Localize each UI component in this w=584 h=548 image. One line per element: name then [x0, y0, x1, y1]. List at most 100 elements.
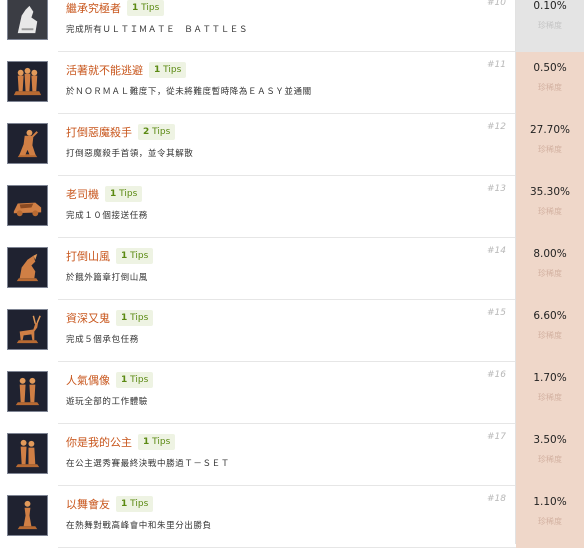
thumb-column [0, 300, 58, 362]
rarity-cell: 1.70% 珍稀度 [516, 362, 584, 424]
achievement-row[interactable]: 活著就不能逃避 1 Tips 於ＮＯＲＭＡＬ難度下，從未將難度暫時降為ＥＡＳＹ並… [0, 52, 584, 114]
duo-figures-trophy-icon[interactable] [7, 371, 48, 412]
rarity-percent: 8.00% [533, 248, 567, 260]
achievement-index: #17 [487, 432, 506, 442]
achievement-row[interactable]: 打倒惡魔殺手 2 Tips 打倒惡魔殺手首領，並令其解散 #12 27.70% … [0, 114, 584, 176]
tips-word: Tips [130, 499, 149, 509]
tips-badge[interactable]: 1 Tips [116, 496, 154, 512]
rarity-cell: 0.10% 珍稀度 [516, 0, 584, 52]
rarity-label: 珍稀度 [538, 21, 562, 30]
tips-count: 1 [143, 437, 150, 447]
rarity-percent: 27.70% [529, 124, 571, 136]
tips-count: 2 [143, 127, 150, 137]
column-divider [515, 0, 516, 544]
tips-badge[interactable]: 2 Tips [138, 124, 176, 140]
achievement-description: 完成所有ＵＬＴＩＭＡＴＥ ＢＡＴＴＬＥＳ [66, 25, 249, 35]
wolf-trophy-icon[interactable] [7, 0, 48, 40]
group-figures-trophy-icon[interactable] [7, 61, 48, 102]
achievement-description: 於餓外篇章打倒山風 [66, 273, 148, 283]
achievement-row[interactable]: 繼承究極者 1 Tips 完成所有ＵＬＴＩＭＡＴＥ ＢＡＴＴＬＥＳ #10 0.… [0, 0, 584, 52]
achievement-description: 完成５個承包任務 [66, 335, 139, 345]
couple-trophy-icon[interactable] [7, 433, 48, 474]
beast-trophy-icon[interactable] [7, 247, 48, 288]
tips-word: Tips [130, 375, 149, 385]
tips-badge[interactable]: 1 Tips [116, 248, 154, 264]
tips-count: 1 [121, 313, 128, 323]
fighter-trophy-icon[interactable] [7, 123, 48, 164]
rarity-label: 珍稀度 [538, 393, 562, 402]
achievement-description: 在熱舞對戰高峰會中和朱里分出勝負 [66, 521, 212, 531]
tips-badge[interactable]: 1 Tips [116, 310, 154, 326]
rarity-label: 珍稀度 [538, 331, 562, 340]
rarity-percent: 1.10% [533, 496, 567, 508]
achievement-index: #10 [487, 0, 506, 8]
rarity-label: 珍稀度 [538, 269, 562, 278]
tips-count: 1 [121, 251, 128, 261]
tips-word: Tips [130, 251, 149, 261]
achievement-body: 資深又鬼 1 Tips 完成５個承包任務 #15 [58, 300, 516, 362]
achievement-row[interactable]: 你是我的公主 1 Tips 在公主選秀賽最終決戰中勝過Ｔ－ＳＥＴ #17 3.5… [0, 424, 584, 486]
thumb-column [0, 52, 58, 114]
achievement-row[interactable]: 打倒山風 1 Tips 於餓外篇章打倒山風 #14 8.00% 珍稀度 [0, 238, 584, 300]
rarity-cell: 3.50% 珍稀度 [516, 424, 584, 486]
achievement-body: 人氣偶像 1 Tips 遊玩全部的工作體驗 #16 [58, 362, 516, 424]
thumb-column [0, 176, 58, 238]
achievement-description: 於ＮＯＲＭＡＬ難度下，從未將難度暫時降為ＥＡＳＹ並通關 [66, 87, 312, 97]
rarity-cell: 35.30% 珍稀度 [516, 176, 584, 238]
tips-word: Tips [152, 437, 171, 447]
achievement-body: 以舞會友 1 Tips 在熱舞對戰高峰會中和朱里分出勝負 #18 [58, 486, 516, 548]
tips-count: 1 [121, 499, 128, 509]
tips-word: Tips [152, 127, 171, 137]
achievement-title[interactable]: 活著就不能逃避 [66, 62, 143, 78]
achievement-row[interactable]: 人氣偶像 1 Tips 遊玩全部的工作體驗 #16 1.70% 珍稀度 [0, 362, 584, 424]
rarity-label: 珍稀度 [538, 207, 562, 216]
rarity-label: 珍稀度 [538, 455, 562, 464]
achievement-title[interactable]: 你是我的公主 [66, 434, 132, 450]
achievement-description: 在公主選秀賽最終決戰中勝過Ｔ－ＳＥＴ [66, 459, 230, 469]
rarity-label: 珍稀度 [538, 145, 562, 154]
thumb-column [0, 238, 58, 300]
rarity-cell: 8.00% 珍稀度 [516, 238, 584, 300]
thumb-column [0, 0, 58, 52]
tips-badge[interactable]: 1 Tips [138, 434, 176, 450]
rarity-cell: 27.70% 珍稀度 [516, 114, 584, 176]
achievement-title[interactable]: 繼承究極者 [66, 0, 121, 16]
thumb-column [0, 424, 58, 486]
achievement-description: 遊玩全部的工作體驗 [66, 397, 148, 407]
rarity-percent: 0.10% [533, 0, 567, 12]
achievement-title[interactable]: 人氣偶像 [66, 372, 110, 388]
achievement-title[interactable]: 老司機 [66, 186, 99, 202]
deer-trophy-icon[interactable] [7, 309, 48, 350]
rarity-label: 珍稀度 [538, 83, 562, 92]
achievement-title[interactable]: 打倒山風 [66, 248, 110, 264]
achievement-title[interactable]: 資深又鬼 [66, 310, 110, 326]
achievement-index: #18 [487, 494, 506, 504]
rarity-percent: 0.50% [533, 62, 567, 74]
achievement-title[interactable]: 以舞會友 [66, 496, 110, 512]
rarity-cell: 6.60% 珍稀度 [516, 300, 584, 362]
tips-badge[interactable]: 1 Tips [149, 62, 187, 78]
achievement-body: 活著就不能逃避 1 Tips 於ＮＯＲＭＡＬ難度下，從未將難度暫時降為ＥＡＳＹ並… [58, 52, 516, 114]
achievement-index: #12 [487, 122, 506, 132]
achievement-description: 完成１０個接送任務 [66, 211, 148, 221]
tips-word: Tips [163, 65, 182, 75]
rarity-percent: 3.50% [533, 434, 567, 446]
rarity-percent: 35.30% [529, 186, 571, 198]
achievement-description: 打倒惡魔殺手首領，並令其解散 [66, 149, 194, 159]
achievement-row[interactable]: 以舞會友 1 Tips 在熱舞對戰高峰會中和朱里分出勝負 #18 1.10% 珍… [0, 486, 584, 548]
thumb-column [0, 114, 58, 176]
achievement-body: 你是我的公主 1 Tips 在公主選秀賽最終決戰中勝過Ｔ－ＳＥＴ #17 [58, 424, 516, 486]
rarity-percent: 6.60% [533, 310, 567, 322]
achievement-row[interactable]: 老司機 1 Tips 完成１０個接送任務 #13 35.30% 珍稀度 [0, 176, 584, 238]
car-trophy-icon[interactable] [7, 185, 48, 226]
achievement-index: #15 [487, 308, 506, 318]
tips-badge[interactable]: 1 Tips [116, 372, 154, 388]
tips-badge[interactable]: 1 Tips [105, 186, 143, 202]
achievement-title[interactable]: 打倒惡魔殺手 [66, 124, 132, 140]
tips-count: 1 [132, 3, 139, 13]
tips-count: 1 [110, 189, 117, 199]
tips-badge[interactable]: 1 Tips [127, 0, 165, 16]
achievement-body: 老司機 1 Tips 完成１０個接送任務 #13 [58, 176, 516, 238]
dancer-trophy-icon[interactable] [7, 495, 48, 536]
achievement-row[interactable]: 資深又鬼 1 Tips 完成５個承包任務 #15 6.60% 珍稀度 [0, 300, 584, 362]
